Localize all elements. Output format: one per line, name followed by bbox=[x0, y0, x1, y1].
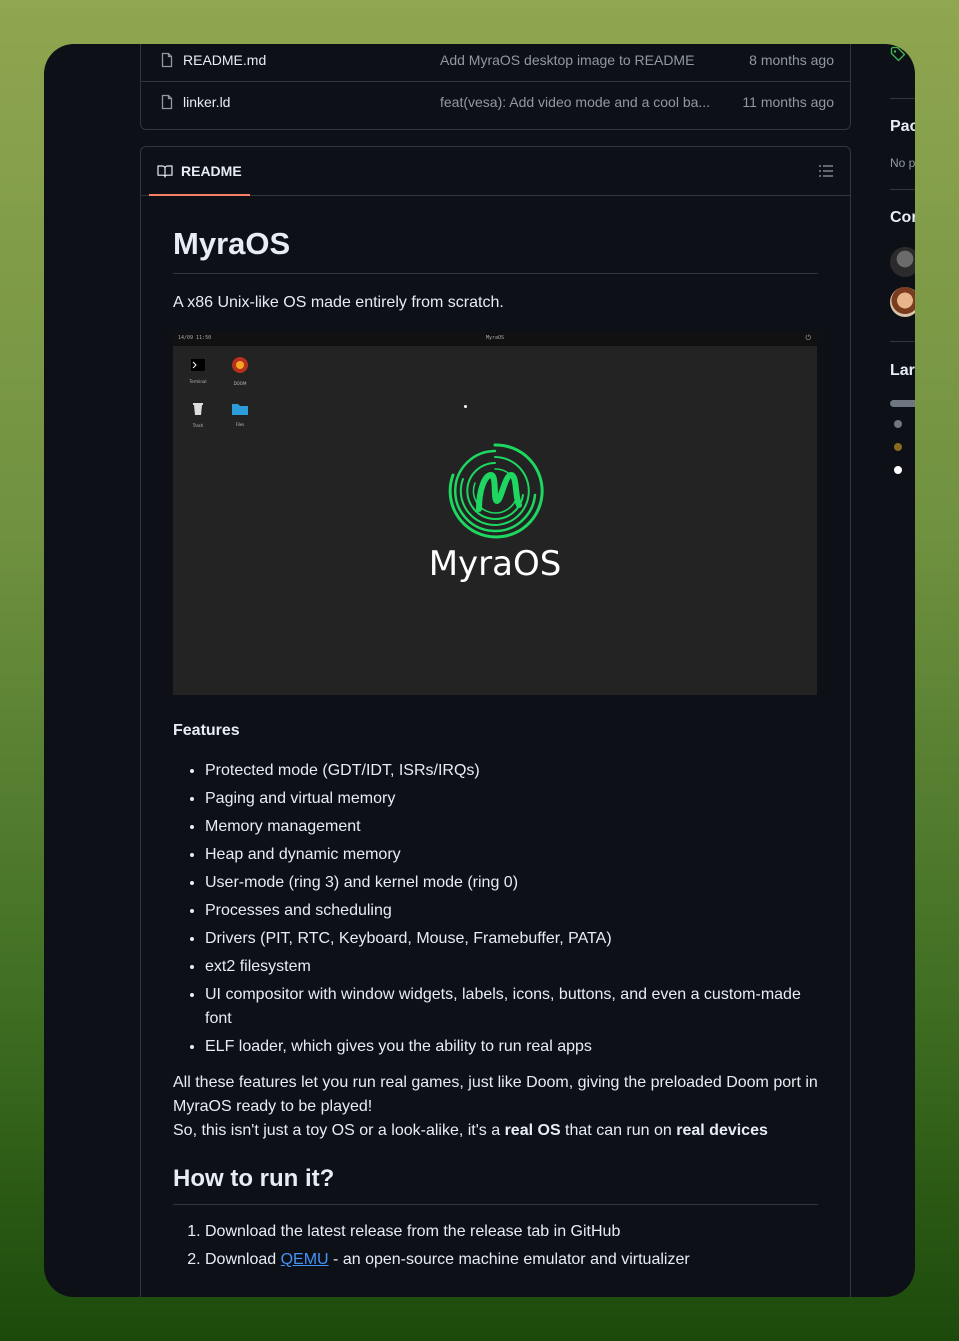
divider bbox=[890, 341, 915, 342]
screenshot-logo-text: MyraOS bbox=[428, 544, 562, 585]
screenshot-window-title: MyraOS bbox=[486, 335, 505, 342]
readme-tab[interactable]: README bbox=[149, 147, 250, 196]
list-item: UI compositor with window widgets, label… bbox=[205, 983, 818, 1031]
list-item: ELF loader, which gives you the ability … bbox=[205, 1035, 818, 1059]
para2-bold-real-devices: real devices bbox=[676, 1122, 768, 1140]
trash-icon: Trash bbox=[186, 402, 210, 428]
list-item: Processes and scheduling bbox=[205, 899, 818, 923]
para2-bold-real-os: real OS bbox=[504, 1122, 561, 1140]
outline-list-icon[interactable] bbox=[818, 164, 834, 183]
readme-panel: README MyraOS A x86 Unix-like OS made en… bbox=[140, 146, 851, 1297]
commit-time: 11 months ago bbox=[742, 94, 834, 110]
terminal-icon: Terminal bbox=[186, 357, 210, 384]
step2-post: - an open-source machine emulator and vi… bbox=[328, 1250, 690, 1268]
list-item: Heap and dynamic memory bbox=[205, 843, 818, 867]
steps-list: Download the latest release from the rel… bbox=[173, 1220, 818, 1272]
myraos-logo-icon bbox=[448, 443, 544, 539]
doom-icon: DOOM bbox=[228, 356, 252, 386]
language-bar bbox=[890, 400, 915, 407]
step2-pre: Download bbox=[205, 1250, 281, 1268]
commit-message[interactable]: Add MyraOS desktop image to README bbox=[440, 52, 694, 68]
avatar[interactable] bbox=[890, 247, 915, 277]
list-item: Drivers (PIT, RTC, Keyboard, Mouse, Fram… bbox=[205, 927, 818, 951]
screenshot-clock: 14/09 11:50 bbox=[178, 335, 212, 342]
file-icon bbox=[159, 52, 175, 71]
readme-title: MyraOS bbox=[173, 226, 818, 275]
features-heading: Features bbox=[173, 722, 240, 740]
readme-tab-label: README bbox=[181, 163, 242, 179]
list-item: Paging and virtual memory bbox=[205, 787, 818, 811]
divider bbox=[890, 189, 915, 190]
commit-time: 8 months ago bbox=[749, 52, 834, 68]
folder-icon: Files bbox=[228, 402, 252, 427]
mouse-cursor bbox=[464, 405, 467, 409]
power-icon: ⏻ bbox=[805, 334, 811, 343]
para2-pre: So, this isn't just a toy OS or a look-a… bbox=[173, 1122, 505, 1140]
right-sidebar: Pac No p Cor Lar bbox=[890, 44, 915, 544]
screenshot-topbar: 14/09 11:50 MyraOS ⏻ bbox=[173, 332, 817, 347]
language-dot bbox=[894, 466, 902, 474]
file-icon bbox=[159, 94, 175, 113]
features-paragraph: All these features let you run real game… bbox=[173, 1071, 818, 1143]
avatar[interactable] bbox=[890, 287, 915, 317]
list-item: Download the latest release from the rel… bbox=[205, 1220, 818, 1244]
contributors-heading[interactable]: Cor bbox=[890, 209, 915, 227]
list-item: User-mode (ring 3) and kernel mode (ring… bbox=[205, 871, 818, 895]
readme-header: README bbox=[141, 147, 850, 196]
file-name[interactable]: README.md bbox=[183, 52, 266, 68]
book-icon bbox=[157, 165, 173, 178]
qemu-link[interactable]: QEMU bbox=[281, 1251, 329, 1268]
language-dot bbox=[894, 420, 902, 428]
file-row-linker[interactable]: linker.ld feat(vesa): Add video mode and… bbox=[141, 81, 850, 122]
list-item: Download QEMU - an open-source machine e… bbox=[205, 1248, 818, 1272]
file-list: README.md Add MyraOS desktop image to RE… bbox=[140, 44, 851, 130]
tag-icon[interactable] bbox=[890, 46, 906, 67]
step1-text: Download the latest release from the rel… bbox=[205, 1222, 621, 1240]
file-name[interactable]: linker.ld bbox=[183, 94, 230, 110]
packages-text: No p bbox=[890, 156, 915, 170]
divider bbox=[890, 98, 915, 99]
browser-window: README.md Add MyraOS desktop image to RE… bbox=[44, 44, 915, 1297]
list-item: Protected mode (GDT/IDT, ISRs/IRQs) bbox=[205, 759, 818, 783]
list-item: ext2 filesystem bbox=[205, 955, 818, 979]
para2-mid: that can run on bbox=[560, 1122, 677, 1140]
list-item: Memory management bbox=[205, 815, 818, 839]
language-dot bbox=[894, 443, 902, 451]
commit-message[interactable]: feat(vesa): Add video mode and a cool ba… bbox=[440, 94, 710, 110]
para1-text: All these features let you run real game… bbox=[173, 1074, 818, 1116]
features-list: Protected mode (GDT/IDT, ISRs/IRQs) Pagi… bbox=[173, 759, 818, 1059]
desktop-screenshot: 14/09 11:50 MyraOS ⏻ Terminal DOOM Trash bbox=[173, 332, 817, 696]
how-to-run-heading: How to run it? bbox=[173, 1165, 818, 1205]
file-row-readme[interactable]: README.md Add MyraOS desktop image to RE… bbox=[141, 44, 850, 80]
packages-heading[interactable]: Pac bbox=[890, 118, 915, 136]
languages-heading: Lar bbox=[890, 362, 915, 379]
readme-content: MyraOS A x86 Unix-like OS made entirely … bbox=[173, 195, 818, 1276]
tagline: A x86 Unix-like OS made entirely from sc… bbox=[173, 294, 504, 312]
